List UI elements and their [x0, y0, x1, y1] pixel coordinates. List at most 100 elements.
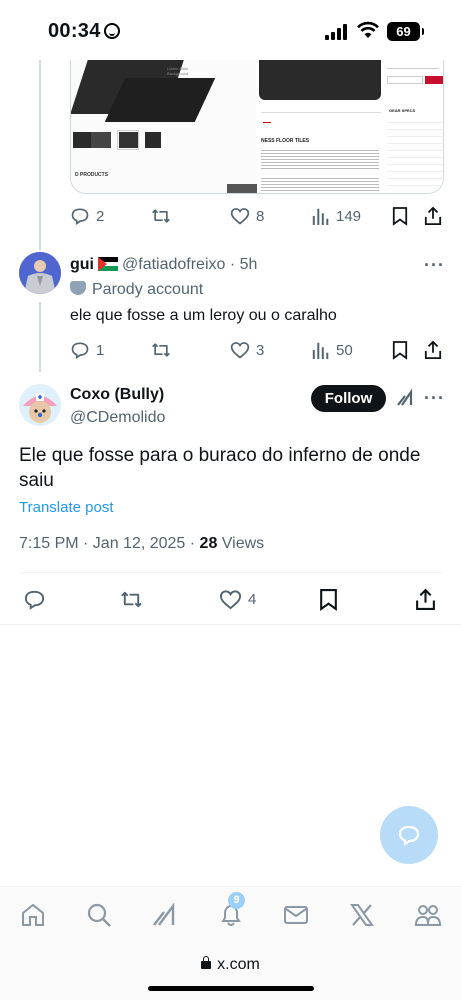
like-button[interactable]: 3	[230, 340, 264, 360]
share-icon	[416, 588, 435, 610]
more-options-icon[interactable]: ···	[424, 255, 445, 276]
nav-home[interactable]	[20, 902, 46, 933]
home-indicator	[148, 986, 314, 991]
mail-icon	[284, 906, 308, 924]
follow-button[interactable]: Follow	[311, 385, 386, 412]
thread-line	[39, 302, 41, 372]
bottom-navigation: 9	[0, 886, 461, 944]
grok-icon	[153, 902, 175, 926]
wifi-icon	[356, 20, 380, 45]
author-handle[interactable]: @fatiadofreixo	[122, 256, 225, 273]
home-icon	[22, 903, 44, 926]
smile-icon	[103, 23, 120, 39]
like-button[interactable]: 4	[219, 588, 256, 611]
reply-button[interactable]: 1	[70, 340, 104, 360]
bookmark-button[interactable]	[319, 588, 338, 611]
reply-icon	[24, 590, 45, 610]
bookmark-button[interactable]	[392, 340, 408, 360]
status-time: 00:34	[48, 20, 120, 43]
reply-icon	[71, 208, 89, 226]
reply-text: ele que fosse a um leroy ou o caralho	[70, 307, 337, 324]
reply-button[interactable]: 2	[70, 206, 104, 226]
tweet-media-image[interactable]: Lorem Mats Background D PRODUCTS NESS FLO…	[70, 60, 444, 194]
main-tweet-actions: 4	[19, 588, 442, 612]
share-button[interactable]	[415, 588, 436, 611]
x-logo-icon	[350, 904, 374, 926]
divider	[19, 572, 442, 573]
bookmark-icon	[392, 207, 408, 226]
nav-search[interactable]	[86, 902, 112, 933]
translate-post-link[interactable]: Translate post	[19, 499, 114, 516]
retweet-icon	[152, 343, 170, 357]
status-bar: 00:34 69	[0, 0, 461, 62]
bookmark-icon	[392, 341, 408, 360]
url-display[interactable]: x.com	[0, 956, 461, 974]
battery-indicator: 69	[387, 22, 424, 41]
communities-icon	[414, 905, 442, 926]
palestine-flag-icon	[98, 257, 118, 271]
views-count: 50	[336, 341, 353, 359]
main-author-name[interactable]: Coxo (Bully)	[70, 386, 164, 404]
heart-icon	[230, 208, 250, 225]
views-count: 149	[336, 207, 362, 225]
related-products-label: D PRODUCTS	[75, 172, 109, 178]
more-options-icon[interactable]: ···	[424, 388, 445, 409]
share-button[interactable]	[424, 340, 442, 360]
reply-bubble-icon	[398, 825, 420, 847]
retweet-button[interactable]	[119, 588, 144, 611]
signal-icon	[325, 24, 349, 40]
retweet-icon	[152, 209, 170, 223]
nav-notifications[interactable]: 9	[218, 892, 245, 933]
bookmark-button[interactable]	[392, 206, 408, 226]
like-count: 3	[256, 341, 265, 359]
reply-count: 1	[96, 341, 105, 359]
share-button[interactable]	[424, 206, 442, 226]
views-icon	[312, 342, 329, 359]
reply-button[interactable]	[23, 588, 46, 611]
thread-line	[39, 60, 41, 250]
views-button[interactable]: 50	[312, 340, 353, 360]
nav-messages[interactable]	[283, 902, 309, 933]
author-name[interactable]: gui	[70, 256, 94, 273]
views-icon	[312, 208, 329, 225]
avatar[interactable]	[19, 252, 61, 294]
compose-reply-button[interactable]	[380, 806, 438, 864]
retweet-button[interactable]	[150, 206, 172, 226]
views-label: Views	[217, 535, 265, 552]
retweet-icon	[121, 591, 142, 608]
browser-url-bar: x.com	[0, 944, 461, 1000]
reply-actions: 1 3 50	[70, 340, 444, 364]
views-count: 28	[199, 535, 218, 552]
divider	[0, 624, 461, 625]
share-icon	[424, 206, 442, 225]
mask-icon	[70, 281, 86, 295]
retweet-button[interactable]	[150, 340, 172, 360]
heart-icon	[219, 590, 242, 610]
avatar[interactable]	[19, 384, 61, 426]
nav-grok[interactable]	[151, 902, 177, 933]
product-details: NESS FLOOR TILES GEAR SPECS	[257, 60, 443, 193]
heart-icon	[230, 342, 250, 359]
nav-communities[interactable]	[414, 902, 442, 933]
views-button[interactable]: 149	[312, 206, 361, 226]
specs-title: GEAR SPECS	[389, 108, 416, 113]
reply-author-line: gui @fatiadofreixo · 5h	[70, 256, 257, 274]
grok-icon[interactable]	[395, 388, 415, 413]
lock-icon	[201, 956, 212, 969]
reply-icon	[71, 342, 89, 360]
product-heading: NESS FLOOR TILES	[261, 138, 310, 144]
parody-label: Parody account	[70, 281, 203, 299]
bookmark-icon	[320, 589, 337, 611]
product-photo: Lorem Mats Background D PRODUCTS	[71, 60, 257, 193]
tweet-metadata: 7:15 PM · Jan 12, 2025 · 28 Views	[19, 535, 264, 553]
reply-count: 2	[96, 207, 105, 225]
nav-x-premium[interactable]	[349, 902, 375, 933]
tweet-text: Ele que fosse para o buraco do inferno d…	[19, 445, 421, 491]
share-icon	[424, 340, 442, 359]
post-time: · 5h	[229, 256, 258, 273]
post-datetime: 7:15 PM · Jan 12, 2025 ·	[19, 535, 200, 552]
previous-tweet-actions: 2 8 149	[70, 206, 444, 230]
main-author-handle[interactable]: @CDemolido	[70, 409, 165, 427]
like-button[interactable]: 8	[230, 206, 264, 226]
like-count: 8	[256, 207, 265, 225]
